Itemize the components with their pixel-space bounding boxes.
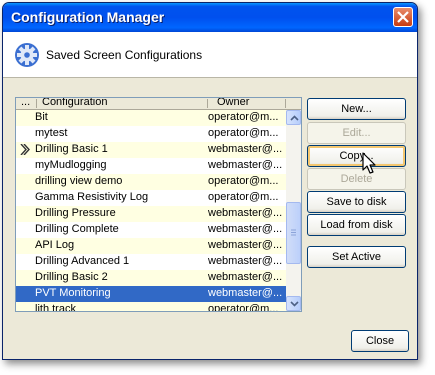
window-close-button[interactable] bbox=[393, 7, 413, 27]
table-row[interactable]: Drilling Basic 1 webmaster@... bbox=[16, 142, 286, 158]
table-row[interactable]: Drilling Pressure webmaster@... bbox=[16, 206, 286, 222]
configuration-name: Drilling Pressure bbox=[35, 207, 116, 219]
load-from-disk-button[interactable]: Load from disk bbox=[307, 214, 406, 236]
configuration-owner: operator@m... bbox=[208, 127, 279, 139]
table-row[interactable]: Gamma Resistivity Log operator@m... bbox=[16, 190, 286, 206]
configuration-owner: webmaster@... bbox=[208, 287, 283, 299]
configuration-name: Drilling Basic 2 bbox=[35, 271, 108, 283]
edit-button[interactable]: Edit... bbox=[307, 122, 406, 144]
column-divider bbox=[285, 99, 286, 108]
configuration-owner: operator@m... bbox=[208, 191, 279, 203]
configuration-owner: webmaster@... bbox=[208, 255, 283, 267]
column-header-marker[interactable]: ... bbox=[21, 98, 30, 108]
configuration-name: Bit bbox=[35, 111, 48, 123]
configuration-name: Drilling Basic 1 bbox=[35, 143, 108, 155]
table-row-selected[interactable]: PVT Monitoring webmaster@... bbox=[16, 286, 286, 302]
table-body: Bit operator@m... mytest operator@m... D… bbox=[16, 110, 286, 312]
save-to-disk-button[interactable]: Save to disk bbox=[307, 191, 406, 213]
configuration-name: API Log bbox=[35, 239, 75, 251]
table-row[interactable]: Bit operator@m... bbox=[16, 110, 286, 126]
configuration-owner: operator@m... bbox=[208, 111, 279, 123]
configuration-name: Drilling Advanced 1 bbox=[35, 255, 130, 267]
vertical-scrollbar[interactable] bbox=[286, 110, 301, 311]
mouse-pointer-icon bbox=[362, 152, 376, 174]
close-button[interactable]: Close bbox=[351, 330, 409, 352]
copy-button[interactable]: Copy... bbox=[307, 145, 406, 167]
chevron-up-icon bbox=[290, 115, 299, 121]
configuration-manager-window: Configuration Manager Saved Screen Confi… bbox=[2, 2, 418, 360]
configuration-owner: webmaster@... bbox=[208, 159, 283, 171]
close-icon bbox=[397, 11, 409, 23]
configuration-name: Drilling Complete bbox=[35, 223, 119, 235]
table-row[interactable]: lith track operator@m... bbox=[16, 302, 286, 312]
configuration-name: myMudlogging bbox=[35, 159, 107, 171]
configuration-owner: webmaster@... bbox=[208, 239, 283, 251]
table-row[interactable]: mytest operator@m... bbox=[16, 126, 286, 142]
scroll-thumb[interactable] bbox=[286, 202, 301, 264]
table-row[interactable]: Drilling Complete webmaster@... bbox=[16, 222, 286, 238]
title-bar[interactable]: Configuration Manager bbox=[3, 3, 417, 32]
table-row[interactable]: myMudlogging webmaster@... bbox=[16, 158, 286, 174]
configuration-owner: operator@m... bbox=[208, 175, 279, 187]
configuration-owner: webmaster@... bbox=[208, 207, 283, 219]
column-header-configuration[interactable]: Configuration bbox=[42, 98, 107, 108]
column-divider bbox=[207, 99, 208, 108]
scroll-grip-icon bbox=[291, 229, 296, 236]
configuration-name: PVT Monitoring bbox=[35, 287, 111, 299]
header-panel: Saved Screen Configurations bbox=[3, 32, 417, 78]
set-active-button[interactable]: Set Active bbox=[307, 246, 406, 268]
configuration-owner: webmaster@... bbox=[208, 143, 283, 155]
new-button[interactable]: New... bbox=[307, 98, 406, 120]
delete-button[interactable]: Delete bbox=[307, 168, 406, 190]
configuration-name: Gamma Resistivity Log bbox=[35, 191, 149, 203]
window-title: Configuration Manager bbox=[11, 9, 165, 25]
configuration-owner: webmaster@... bbox=[208, 223, 283, 235]
gear-icon bbox=[15, 43, 39, 67]
configuration-owner: webmaster@... bbox=[208, 271, 283, 283]
table-row[interactable]: drilling view demo operator@m... bbox=[16, 174, 286, 190]
configuration-owner: operator@m... bbox=[208, 303, 279, 312]
table-row[interactable]: Drilling Basic 2 webmaster@... bbox=[16, 270, 286, 286]
header-title: Saved Screen Configurations bbox=[46, 48, 203, 62]
configuration-name: mytest bbox=[35, 127, 68, 139]
table-row[interactable]: API Log webmaster@... bbox=[16, 238, 286, 254]
table-row[interactable]: Drilling Advanced 1 webmaster@... bbox=[16, 254, 286, 270]
column-header-owner[interactable]: Owner bbox=[217, 98, 249, 108]
table-header: ... Configuration Owner bbox=[16, 98, 301, 110]
configuration-name: lith track bbox=[35, 303, 76, 312]
configuration-name: drilling view demo bbox=[35, 175, 123, 187]
current-row-arrow-icon bbox=[20, 144, 30, 155]
column-divider bbox=[36, 99, 37, 108]
scroll-up-button[interactable] bbox=[286, 110, 301, 125]
scroll-down-button[interactable] bbox=[286, 296, 301, 311]
chevron-down-icon bbox=[290, 301, 299, 307]
configurations-table[interactable]: ... Configuration Owner Bit operator@m..… bbox=[15, 97, 302, 312]
